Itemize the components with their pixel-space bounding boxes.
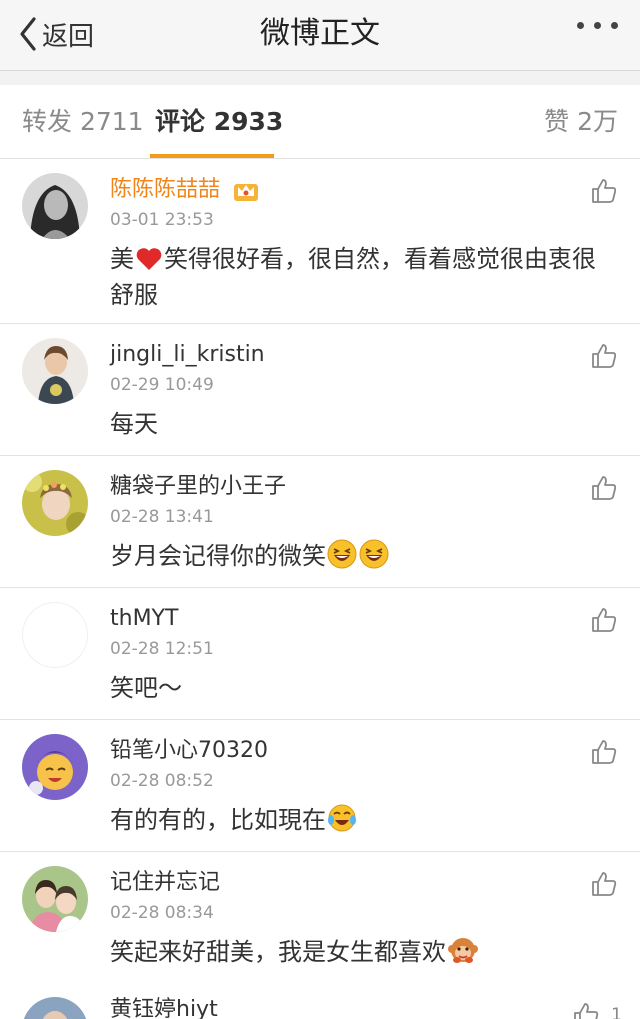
avatar[interactable]	[22, 997, 88, 1019]
user-name[interactable]: 黄钰婷hiyt	[110, 995, 218, 1019]
laughing-emoji-icon	[359, 539, 389, 569]
tab-bar: 转发 2711 评论 2933 赞 2万	[0, 85, 640, 159]
comment-item: 记住并忘记 02-28 08:34 笑起来好甜美，我是女生都喜欢	[0, 852, 640, 984]
comment-time: 02-28 13:41	[110, 507, 214, 527]
avatar[interactable]	[22, 173, 88, 239]
page-title: 微博正文	[260, 16, 380, 51]
comment-item: thMYT 02-28 12:51 笑吧～	[0, 588, 640, 720]
avatar[interactable]	[22, 734, 88, 800]
comment-item-partial: 黄钰婷hiyt 1	[0, 983, 640, 1019]
comment-time: 02-28 12:51	[110, 639, 214, 659]
monkey-emoji-icon	[448, 938, 478, 963]
like-icon[interactable]	[590, 474, 618, 502]
comment-item: 糖袋子里的小王子 02-28 13:41 岁月会记得你的微笑	[0, 456, 640, 588]
vip-crown-icon	[234, 184, 259, 201]
like-icon[interactable]	[590, 606, 618, 634]
tab-comments[interactable]: 评论 2933	[155, 105, 283, 139]
comment-text: 笑起来好甜美，我是女生都喜欢	[110, 934, 615, 970]
comment-item: jingli_li_kristin 02-29 10:49 每天	[0, 324, 640, 456]
like-icon[interactable]	[590, 870, 618, 898]
more-icon[interactable]	[577, 22, 618, 29]
comment-time: 02-28 08:34	[110, 903, 214, 923]
like-icon[interactable]	[590, 738, 618, 766]
avatar[interactable]	[22, 338, 88, 404]
tears-of-joy-emoji-icon	[328, 804, 356, 832]
comment-time: 03-01 23:53	[110, 210, 214, 230]
section-gap	[0, 71, 640, 85]
comment-text: 岁月会记得你的微笑	[110, 538, 615, 574]
user-name[interactable]: 铅笔小心70320	[110, 736, 268, 766]
like-icon[interactable]	[590, 177, 618, 205]
comment-item: 陈陈陈喆喆 03-01 23:53 美笑得很好看，很自然，看着感觉很由衷很舒服	[0, 159, 640, 324]
heart-icon	[136, 248, 162, 270]
tab-likes[interactable]: 赞 2万	[544, 105, 618, 139]
user-name[interactable]: 记住并忘记	[110, 868, 220, 898]
like-icon[interactable]	[590, 342, 618, 370]
comment-text: 有的有的，比如現在	[110, 802, 615, 838]
comment-time: 02-29 10:49	[110, 375, 214, 395]
avatar[interactable]	[22, 470, 88, 536]
laughing-emoji-icon	[327, 539, 357, 569]
comment-text: 笑吧～	[110, 674, 182, 702]
like-icon[interactable]	[572, 1001, 600, 1019]
avatar[interactable]	[22, 602, 88, 668]
like-count: 1	[611, 1005, 622, 1019]
comment-list: 陈陈陈喆喆 03-01 23:53 美笑得很好看，很自然，看着感觉很由衷很舒服 …	[0, 159, 640, 984]
user-name[interactable]: 陈陈陈喆喆	[110, 175, 259, 205]
avatar[interactable]	[22, 866, 88, 932]
comment-item: 铅笔小心70320 02-28 08:52 有的有的，比如現在	[0, 720, 640, 852]
comment-time: 02-28 08:52	[110, 771, 214, 791]
comment-text: 每天	[110, 410, 158, 438]
comment-text: 美笑得很好看，很自然，看着感觉很由衷很舒服	[110, 245, 596, 309]
tab-indicator	[150, 154, 274, 158]
nav-bar: 返回 微博正文	[0, 0, 640, 71]
user-name[interactable]: jingli_li_kristin	[110, 340, 265, 370]
user-name[interactable]: thMYT	[110, 604, 178, 634]
user-name[interactable]: 糖袋子里的小王子	[110, 472, 286, 502]
tab-repost[interactable]: 转发 2711	[22, 105, 144, 139]
